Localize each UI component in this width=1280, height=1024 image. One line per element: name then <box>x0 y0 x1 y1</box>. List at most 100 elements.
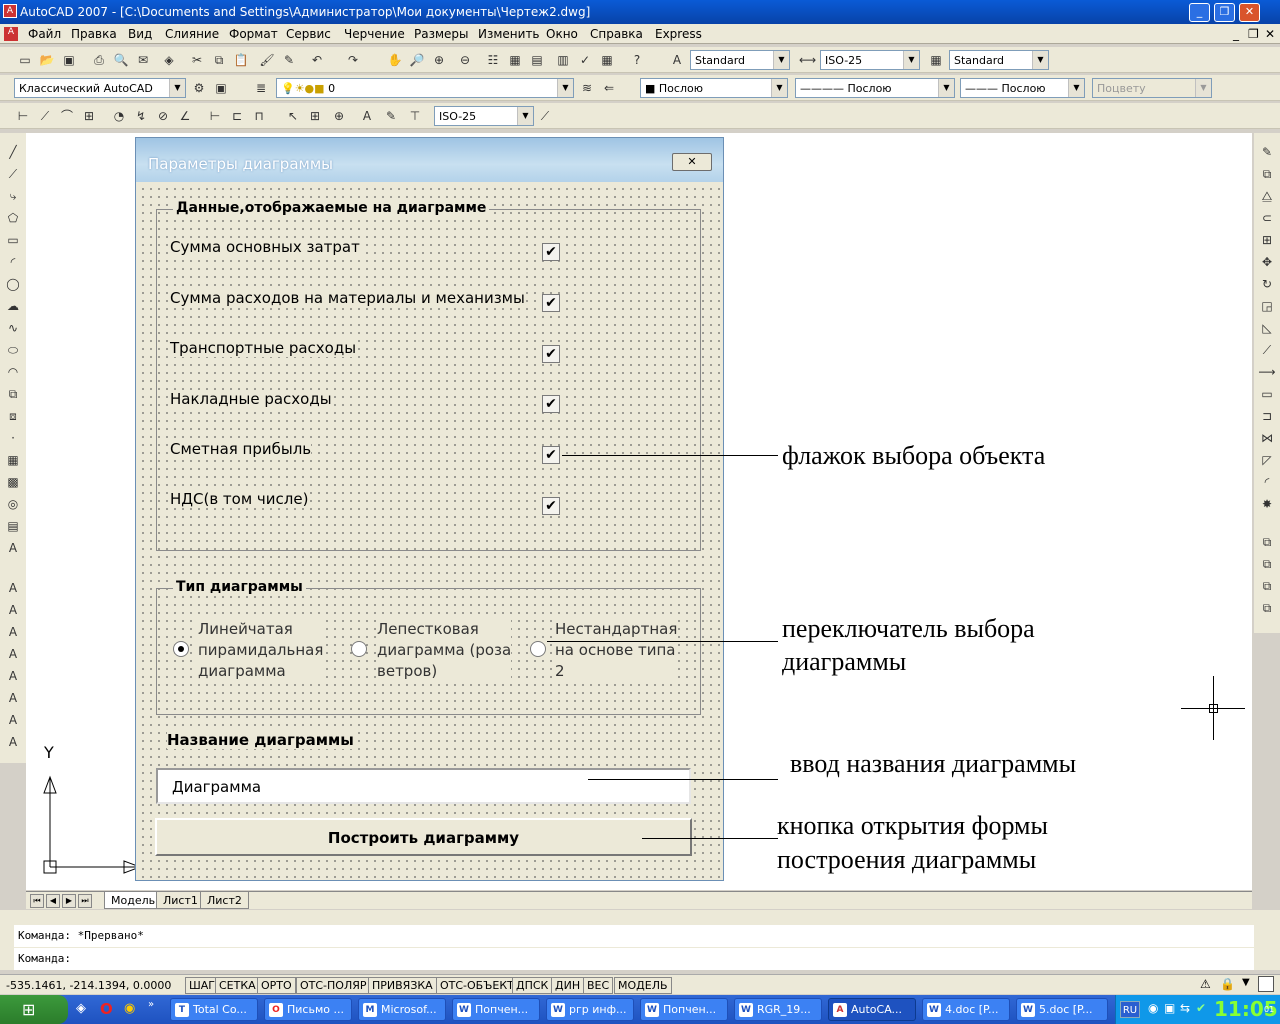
quicklaunch-more-icon[interactable]: » <box>148 999 154 1010</box>
3d-dwf-icon[interactable]: ◈ <box>160 51 178 69</box>
checkbox-materials[interactable]: ✔ <box>542 294 560 312</box>
gradient-icon[interactable]: ▩ <box>4 473 22 491</box>
communication-center-icon[interactable]: ⚠ <box>1200 977 1211 991</box>
plot-icon[interactable]: ⎙ <box>90 51 108 69</box>
circle-icon[interactable]: ◯ <box>4 275 22 293</box>
menu-file[interactable]: Файл <box>28 27 61 41</box>
center-mark-icon[interactable]: ⊕ <box>330 107 348 125</box>
menu-view[interactable]: Вид <box>128 27 152 41</box>
dim-style-select-2[interactable]: ISO-25 ▼ <box>434 106 534 126</box>
tray-usb-icon[interactable]: ⇆ <box>1180 1001 1190 1015</box>
erase-icon[interactable]: ✎ <box>1258 143 1276 161</box>
table-style-icon[interactable]: ▦ <box>927 51 945 69</box>
dim-edit-icon[interactable]: A <box>358 107 376 125</box>
paste-icon[interactable]: 📋 <box>232 51 250 69</box>
offset-icon[interactable]: ⊂ <box>1258 209 1276 227</box>
ordinate-dim-icon[interactable]: ⊞ <box>80 107 98 125</box>
spell-check-icon[interactable]: A <box>4 667 22 685</box>
build-chart-button[interactable]: Построить диаграмму <box>155 818 692 856</box>
clean-screen-icon[interactable] <box>1258 976 1274 992</box>
color-select[interactable]: ■ Послою ▼ <box>640 78 788 98</box>
tab-sheet2[interactable]: Лист2 <box>200 892 249 909</box>
menu-format[interactable]: Формат <box>229 27 278 41</box>
checkbox-transport[interactable]: ✔ <box>542 345 560 363</box>
hatch-icon[interactable]: ▦ <box>4 451 22 469</box>
checkbox-overhead[interactable]: ✔ <box>542 395 560 413</box>
text-convert-icon[interactable]: A <box>4 733 22 751</box>
task-microsoft[interactable]: M Microsof... <box>358 998 446 1021</box>
break-point-icon[interactable]: ▭ <box>1258 385 1276 403</box>
quicklaunch-app-icon[interactable]: ◉ <box>124 1001 135 1016</box>
make-current-layer-icon[interactable]: ≋ <box>578 79 596 97</box>
mtext-icon[interactable]: A <box>4 539 22 557</box>
stretch-icon[interactable]: ◺ <box>1258 319 1276 337</box>
quicklaunch-desktop-icon[interactable]: ◈ <box>76 1001 86 1016</box>
rotate-icon[interactable]: ↻ <box>1258 275 1276 293</box>
radio-linear-pyramid[interactable] <box>173 641 189 657</box>
menu-express[interactable]: Express <box>655 27 702 41</box>
radio-custom[interactable] <box>530 641 546 657</box>
doc-close-button[interactable]: ✕ <box>1265 27 1275 41</box>
tab-last-icon[interactable]: ⏭ <box>78 894 92 908</box>
fillet-icon[interactable]: ◜ <box>1258 473 1276 491</box>
status-lwt-button[interactable]: ВЕС <box>583 977 614 994</box>
doc-minimize-button[interactable]: _ <box>1233 27 1239 41</box>
copy-icon[interactable]: ⧉ <box>210 51 228 69</box>
chamfer-icon[interactable]: ◸ <box>1258 451 1276 469</box>
tab-first-icon[interactable]: ⏮ <box>30 894 44 908</box>
sheet-set-icon[interactable]: ▥ <box>554 51 572 69</box>
task-word-3[interactable]: W Попчен... <box>640 998 728 1021</box>
make-block-icon[interactable]: ⧈ <box>4 407 22 425</box>
menu-window[interactable]: Окно <box>546 27 578 41</box>
task-total-commander[interactable]: T Total Co... <box>170 998 258 1021</box>
autocad-app-icon[interactable]: A <box>3 4 17 18</box>
task-autocad[interactable]: A AutoCA... <box>828 998 916 1021</box>
task-letter[interactable]: O Письмо ... <box>264 998 352 1021</box>
baseline-dim-icon[interactable]: ⊏ <box>228 107 246 125</box>
task-word-6[interactable]: W 5.doc [P... <box>1016 998 1108 1021</box>
block-editor-icon[interactable]: ✎ <box>280 51 298 69</box>
arc-length-icon[interactable]: ⌒ <box>58 107 76 125</box>
array-icon[interactable]: ⊞ <box>1258 231 1276 249</box>
jogged-dim-icon[interactable]: ↯ <box>132 107 150 125</box>
checkbox-profit[interactable]: ✔ <box>542 446 560 464</box>
pan-icon[interactable]: ✋ <box>386 51 404 69</box>
tolerance-icon[interactable]: ⊞ <box>306 107 324 125</box>
task-word-4[interactable]: W RGR_19... <box>734 998 822 1021</box>
menu-draw[interactable]: Черчение <box>344 27 405 41</box>
help-icon[interactable]: ? <box>628 51 646 69</box>
linetype-select[interactable]: ———— Послою ▼ <box>795 78 955 98</box>
trim-icon[interactable]: ⟋ <box>1258 341 1276 359</box>
task-word-1[interactable]: W Попчен... <box>452 998 540 1021</box>
menu-dimension[interactable]: Размеры <box>414 27 469 41</box>
status-menu-icon[interactable]: ▼ <box>1242 977 1250 988</box>
linear-dim-icon[interactable]: ⊢ <box>14 107 32 125</box>
tool-palettes-icon[interactable]: ▤ <box>528 51 546 69</box>
join-icon[interactable]: ⋈ <box>1258 429 1276 447</box>
doc-restore-button[interactable]: ❐ <box>1248 27 1259 41</box>
menu-tools[interactable]: Сервис <box>286 27 331 41</box>
tab-prev-icon[interactable]: ◀ <box>46 894 60 908</box>
workspace-save-icon[interactable]: ▣ <box>212 79 230 97</box>
table-icon[interactable]: ▤ <box>4 517 22 535</box>
quicklaunch-opera-icon[interactable]: O <box>100 1000 113 1018</box>
layer-previous-icon[interactable]: ⇐ <box>600 79 618 97</box>
radio-radar[interactable] <box>351 641 367 657</box>
lineweight-select[interactable]: ——— Послою ▼ <box>960 78 1085 98</box>
dim-update-icon[interactable]: ⊤ <box>406 107 424 125</box>
table-style-select[interactable]: Standard ▼ <box>949 50 1049 70</box>
dim-style-select[interactable]: ISO-25 ▼ <box>820 50 920 70</box>
language-indicator[interactable]: RU <box>1120 1001 1140 1018</box>
polyline-icon[interactable]: ⤷ <box>4 187 22 205</box>
match-properties-icon[interactable]: 🖌 <box>258 51 276 69</box>
copy-object-icon[interactable]: ⧉ <box>1258 165 1276 183</box>
explode-icon[interactable]: ✸ <box>1258 495 1276 513</box>
properties-icon[interactable]: ☷ <box>484 51 502 69</box>
status-polar-button[interactable]: ОТС-ПОЛЯР <box>296 977 371 994</box>
status-osnap-button[interactable]: ПРИВЯЗКА <box>368 977 437 994</box>
break-icon[interactable]: ⊐ <box>1258 407 1276 425</box>
mirror-icon[interactable]: ⧋ <box>1258 187 1276 205</box>
insert-block-icon[interactable]: ⧉ <box>4 385 22 403</box>
tab-next-icon[interactable]: ▶ <box>62 894 76 908</box>
line-icon[interactable]: ╱ <box>4 143 22 161</box>
